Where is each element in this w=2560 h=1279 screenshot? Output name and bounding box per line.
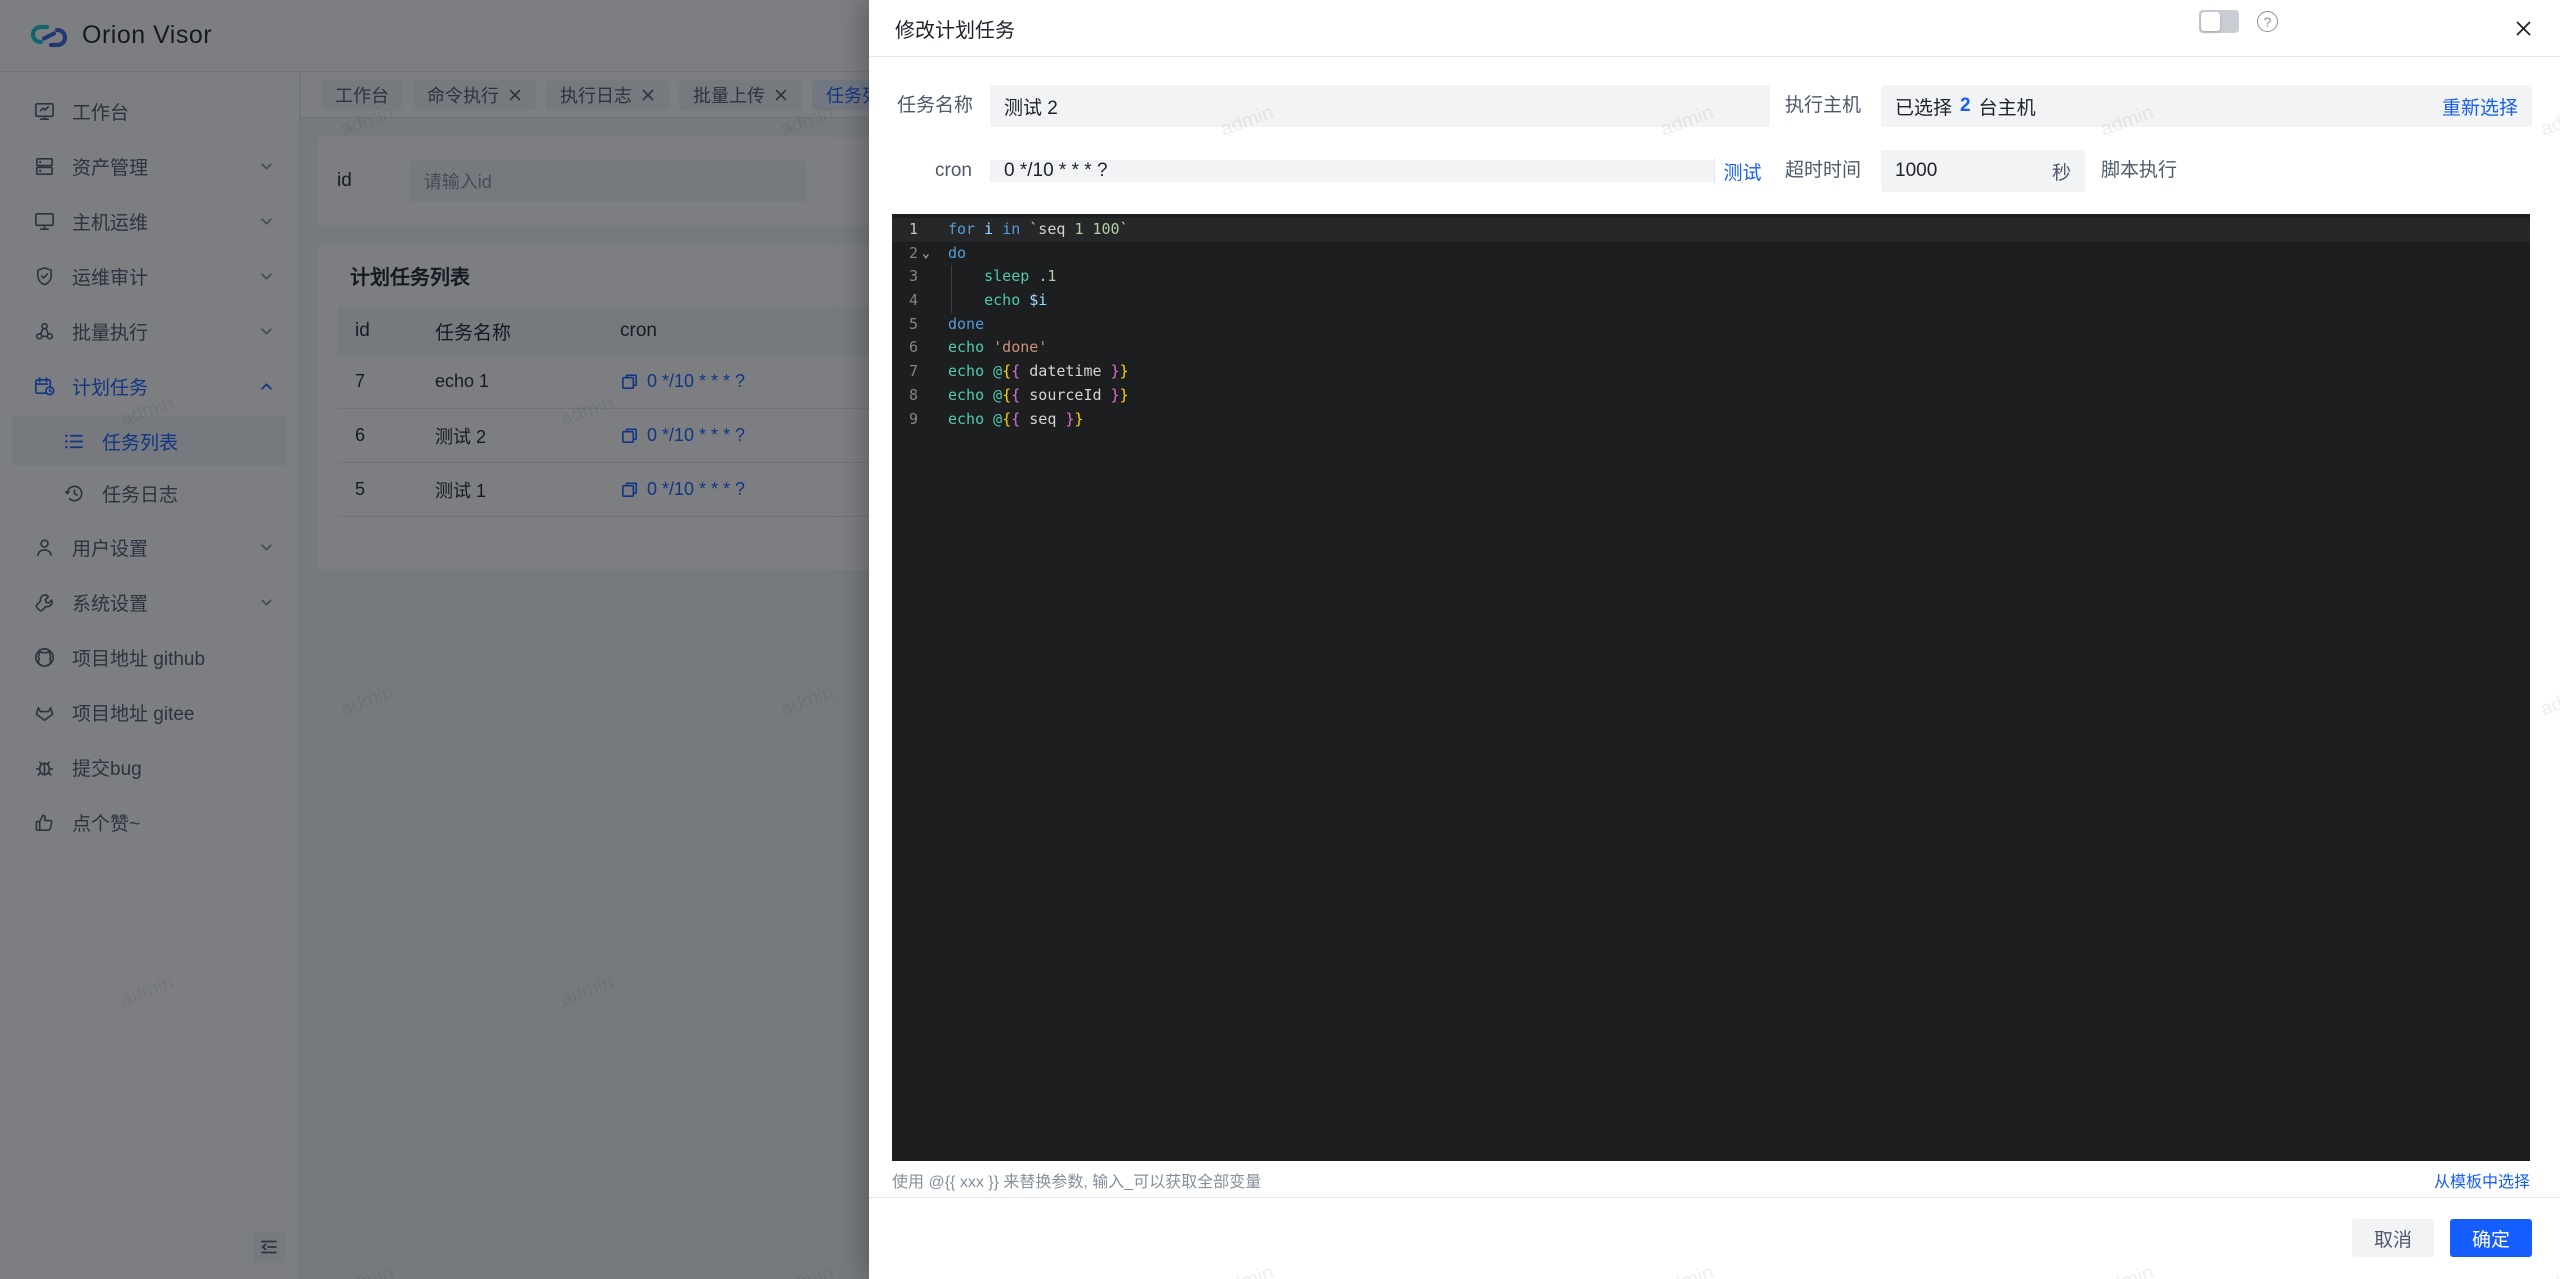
code-line: 8 echo @{{ sourceId }} bbox=[892, 384, 2530, 408]
drawer-header: 修改计划任务 bbox=[869, 0, 2560, 57]
editor-lines: 1 for i in `seq 1 100` 2 ⌄ do 3 sleep .1 4 ech… bbox=[892, 214, 2530, 431]
code-line: 9 echo @{{ seq }} bbox=[892, 408, 2530, 432]
line-number: 8 bbox=[908, 385, 918, 404]
code-text: echo 'done' bbox=[948, 338, 1048, 357]
line-number: 6 bbox=[908, 338, 918, 357]
line-number: 5 bbox=[908, 314, 918, 333]
timeout-unit: 秒 bbox=[2051, 162, 2071, 184]
code-line: 2 ⌄ do bbox=[892, 242, 2530, 266]
drawer-footer: 取消 确定 bbox=[2351, 1219, 2532, 1257]
line-number: 4 bbox=[908, 291, 918, 310]
select-from-template-link[interactable]: 从模板中选择 bbox=[2434, 1168, 2530, 1192]
line-number: 2 bbox=[908, 243, 918, 262]
editor-hint: 使用 @{{ xxx }} 来替换参数, 输入_可以获取全部变量 bbox=[892, 1174, 1262, 1191]
cron-label: cron bbox=[935, 160, 972, 181]
fold-chevron-icon[interactable]: ⌄ bbox=[922, 242, 930, 266]
cron-test-button[interactable]: 测试 bbox=[1714, 157, 1770, 185]
code-text: echo $i bbox=[984, 291, 1048, 310]
reselect-hosts-link[interactable]: 重新选择 bbox=[2442, 93, 2518, 120]
timeout-label: 超时时间 bbox=[1785, 160, 1862, 181]
script-exec-label: 脚本执行 bbox=[2101, 160, 2178, 181]
cron-input-group: 0 */10 * * * ? 测试 bbox=[990, 150, 1770, 192]
script-code-editor[interactable]: 1 for i in `seq 1 100` 2 ⌄ do 3 sleep .1 4 ech… bbox=[892, 214, 2530, 1161]
line-number: 9 bbox=[908, 409, 918, 428]
code-line: 1 for i in `seq 1 100` bbox=[892, 218, 2530, 242]
line-number: 1 bbox=[908, 220, 918, 238]
code-line: 7 echo @{{ datetime }} bbox=[892, 360, 2530, 384]
line-number: 7 bbox=[908, 362, 918, 381]
line-number: 3 bbox=[908, 267, 918, 286]
timeout-value: 1000 bbox=[1895, 160, 1938, 181]
code-text: echo @{{ sourceId }} bbox=[948, 385, 1129, 404]
task-name-input[interactable]: 测试 2 bbox=[990, 85, 1770, 127]
exec-host-label: 执行主机 bbox=[1785, 95, 1862, 116]
help-icon[interactable]: ? bbox=[2257, 11, 2278, 32]
cron-input[interactable]: 0 */10 * * * ? bbox=[990, 160, 1714, 182]
exec-host-selector[interactable]: 已选择 2 台主机 重新选择 bbox=[1881, 85, 2532, 127]
host-selected-suffix: 台主机 bbox=[1978, 97, 2036, 119]
toggle-knob bbox=[2201, 12, 2220, 31]
cron-value: 0 */10 * * * ? bbox=[1004, 160, 1108, 181]
indent-guide bbox=[951, 265, 952, 313]
code-text: done bbox=[948, 314, 985, 333]
script-exec-toggle[interactable] bbox=[2199, 10, 2239, 33]
code-text: echo @{{ seq }} bbox=[948, 409, 1084, 428]
confirm-button[interactable]: 确定 bbox=[2449, 1219, 2532, 1257]
cancel-button[interactable]: 取消 bbox=[2351, 1219, 2434, 1257]
code-text: for i in `seq 1 100` bbox=[948, 220, 1129, 238]
close-icon[interactable] bbox=[2512, 17, 2534, 39]
edit-task-drawer: 修改计划任务 任务名称 测试 2 执行主机 已选择 2 台主机 重新选择 cro… bbox=[869, 0, 2560, 1279]
code-line: 5 done bbox=[892, 313, 2530, 337]
code-line: 4 echo $i bbox=[892, 289, 2530, 313]
task-name-value: 测试 2 bbox=[1004, 97, 1058, 119]
code-text: do bbox=[948, 243, 967, 262]
code-line: 6 echo 'done' bbox=[892, 336, 2530, 360]
host-selected-count: 2 bbox=[1960, 95, 1971, 116]
host-selected-prefix: 已选择 bbox=[1895, 97, 1953, 119]
footer-divider bbox=[869, 1197, 2560, 1198]
timeout-input[interactable]: 1000 秒 bbox=[1881, 150, 2085, 192]
code-text: echo @{{ datetime }} bbox=[948, 362, 1129, 381]
code-text: sleep .1 bbox=[984, 267, 1057, 286]
code-line: 3 sleep .1 bbox=[892, 265, 2530, 289]
task-name-label: 任务名称 bbox=[897, 95, 974, 116]
